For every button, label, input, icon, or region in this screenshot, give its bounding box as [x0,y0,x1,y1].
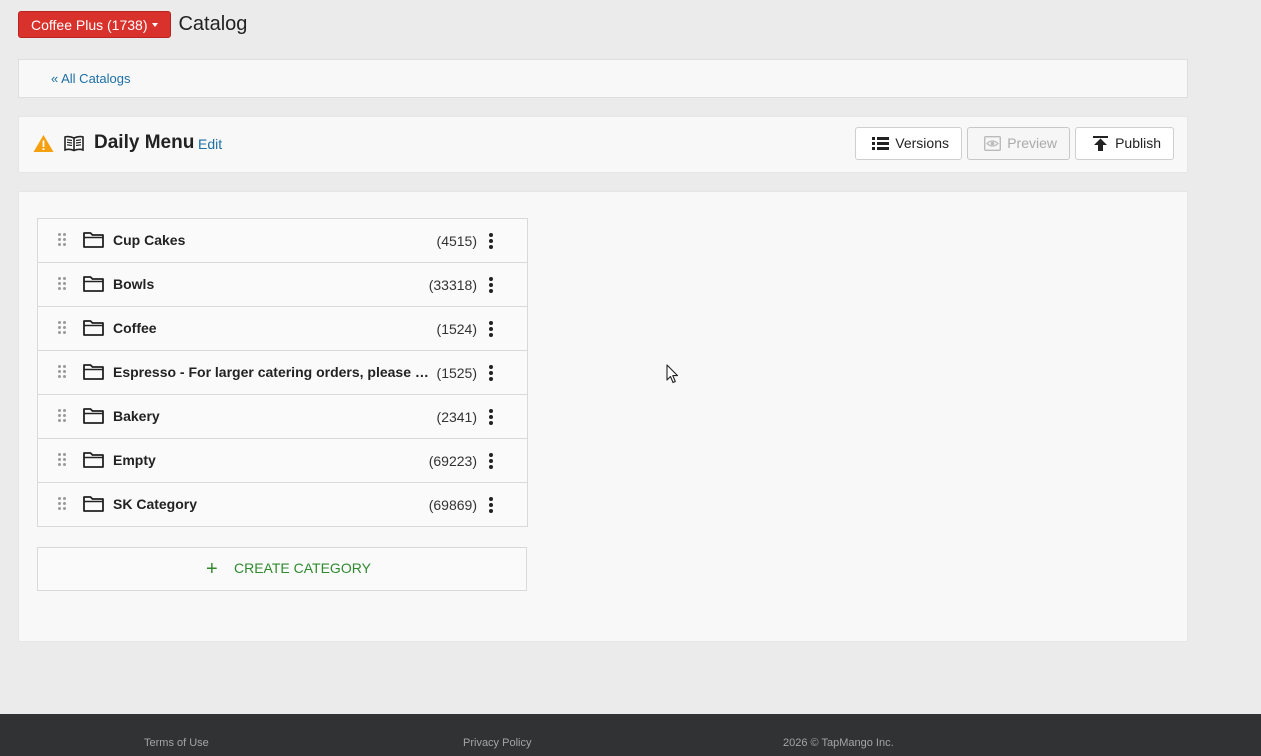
drag-handle-icon[interactable] [58,277,67,292]
eye-icon [984,136,1001,151]
category-row[interactable]: Coffee (1524) [37,306,528,351]
drag-handle-icon[interactable] [58,365,67,380]
drag-handle-icon[interactable] [58,233,67,248]
privacy-policy-link[interactable]: Privacy Policy [463,737,531,749]
preview-label: Preview [1007,135,1057,151]
menu-header: Daily Menu Edit Versions Preview Publish [18,116,1188,173]
terms-of-use-link[interactable]: Terms of Use [144,737,209,749]
category-row[interactable]: Espresso - For larger catering orders, p… [37,350,528,395]
category-item-count: (1524) [436,321,477,337]
category-name: SK Category [113,496,198,512]
category-row[interactable]: Bowls (33318) [37,262,528,307]
category-row[interactable]: SK Category (69869) [37,482,528,527]
caret-down-icon [152,22,159,27]
category-item-count: (69869) [428,497,477,513]
page-title: Catalog [178,13,248,35]
top-bar: Coffee Plus (1738) Catalog [18,11,247,38]
drag-handle-icon[interactable] [58,409,67,424]
category-name: Empty [113,452,156,468]
menu-name: Daily Menu [94,132,195,153]
more-options-icon[interactable] [489,277,493,293]
category-name: Bowls [113,276,155,292]
folder-icon [83,320,104,336]
category-item-count: (1525) [436,365,477,381]
store-selector-label: Coffee Plus (1738) [31,16,148,33]
create-category-button[interactable]: + CREATE CATEGORY [37,547,527,591]
versions-label: Versions [895,135,949,151]
publish-button[interactable]: Publish [1075,127,1174,160]
preview-button[interactable]: Preview [967,127,1070,160]
category-row[interactable]: Empty (69223) [37,438,528,483]
publish-label: Publish [1115,135,1161,151]
folder-icon [83,496,104,512]
book-icon [64,135,84,152]
drag-handle-icon[interactable] [58,497,67,512]
folder-icon [83,276,104,292]
category-item-count: (69223) [428,453,477,469]
more-options-icon[interactable] [489,233,493,249]
category-item-count: (4515) [436,233,477,249]
category-list: Cup Cakes (4515) Bowls (33318) Coffee (1524) E… [37,218,528,527]
category-row[interactable]: Cup Cakes (4515) [37,218,528,263]
category-panel: Cup Cakes (4515) Bowls (33318) Coffee (1524) E… [18,191,1188,642]
more-options-icon[interactable] [489,497,493,513]
store-selector-button[interactable]: Coffee Plus (1738) [18,11,172,38]
all-catalogs-link[interactable]: « All Catalogs [51,71,131,86]
more-options-icon[interactable] [489,365,493,381]
category-item-count: (33318) [428,277,477,293]
folder-icon [83,452,104,468]
more-options-icon[interactable] [489,321,493,337]
breadcrumb: « All Catalogs [18,59,1188,98]
versions-button[interactable]: Versions [855,127,962,160]
category-item-count: (2341) [436,409,477,425]
category-name: Cup Cakes [113,232,186,248]
list-icon [872,137,889,150]
folder-icon [83,364,104,380]
plus-icon: + [206,558,218,580]
more-options-icon[interactable] [489,409,493,425]
edit-menu-link[interactable]: Edit [198,136,222,152]
mouse-cursor-icon [666,364,679,384]
create-category-label: CREATE CATEGORY [234,560,371,576]
footer: Terms of Use Privacy Policy 2026 © TapMa… [0,714,1261,756]
more-options-icon[interactable] [489,453,493,469]
upload-icon [1093,136,1108,151]
category-name: Coffee [113,320,157,336]
drag-handle-icon[interactable] [58,453,67,468]
folder-icon [83,232,104,248]
category-row[interactable]: Bakery (2341) [37,394,528,439]
drag-handle-icon[interactable] [58,321,67,336]
category-name: Bakery [113,408,160,424]
copyright-text: 2026 © TapMango Inc. [783,737,894,749]
warning-icon[interactable] [33,134,54,153]
folder-icon [83,408,104,424]
category-name: Espresso - For larger catering orders, p… [113,364,433,380]
